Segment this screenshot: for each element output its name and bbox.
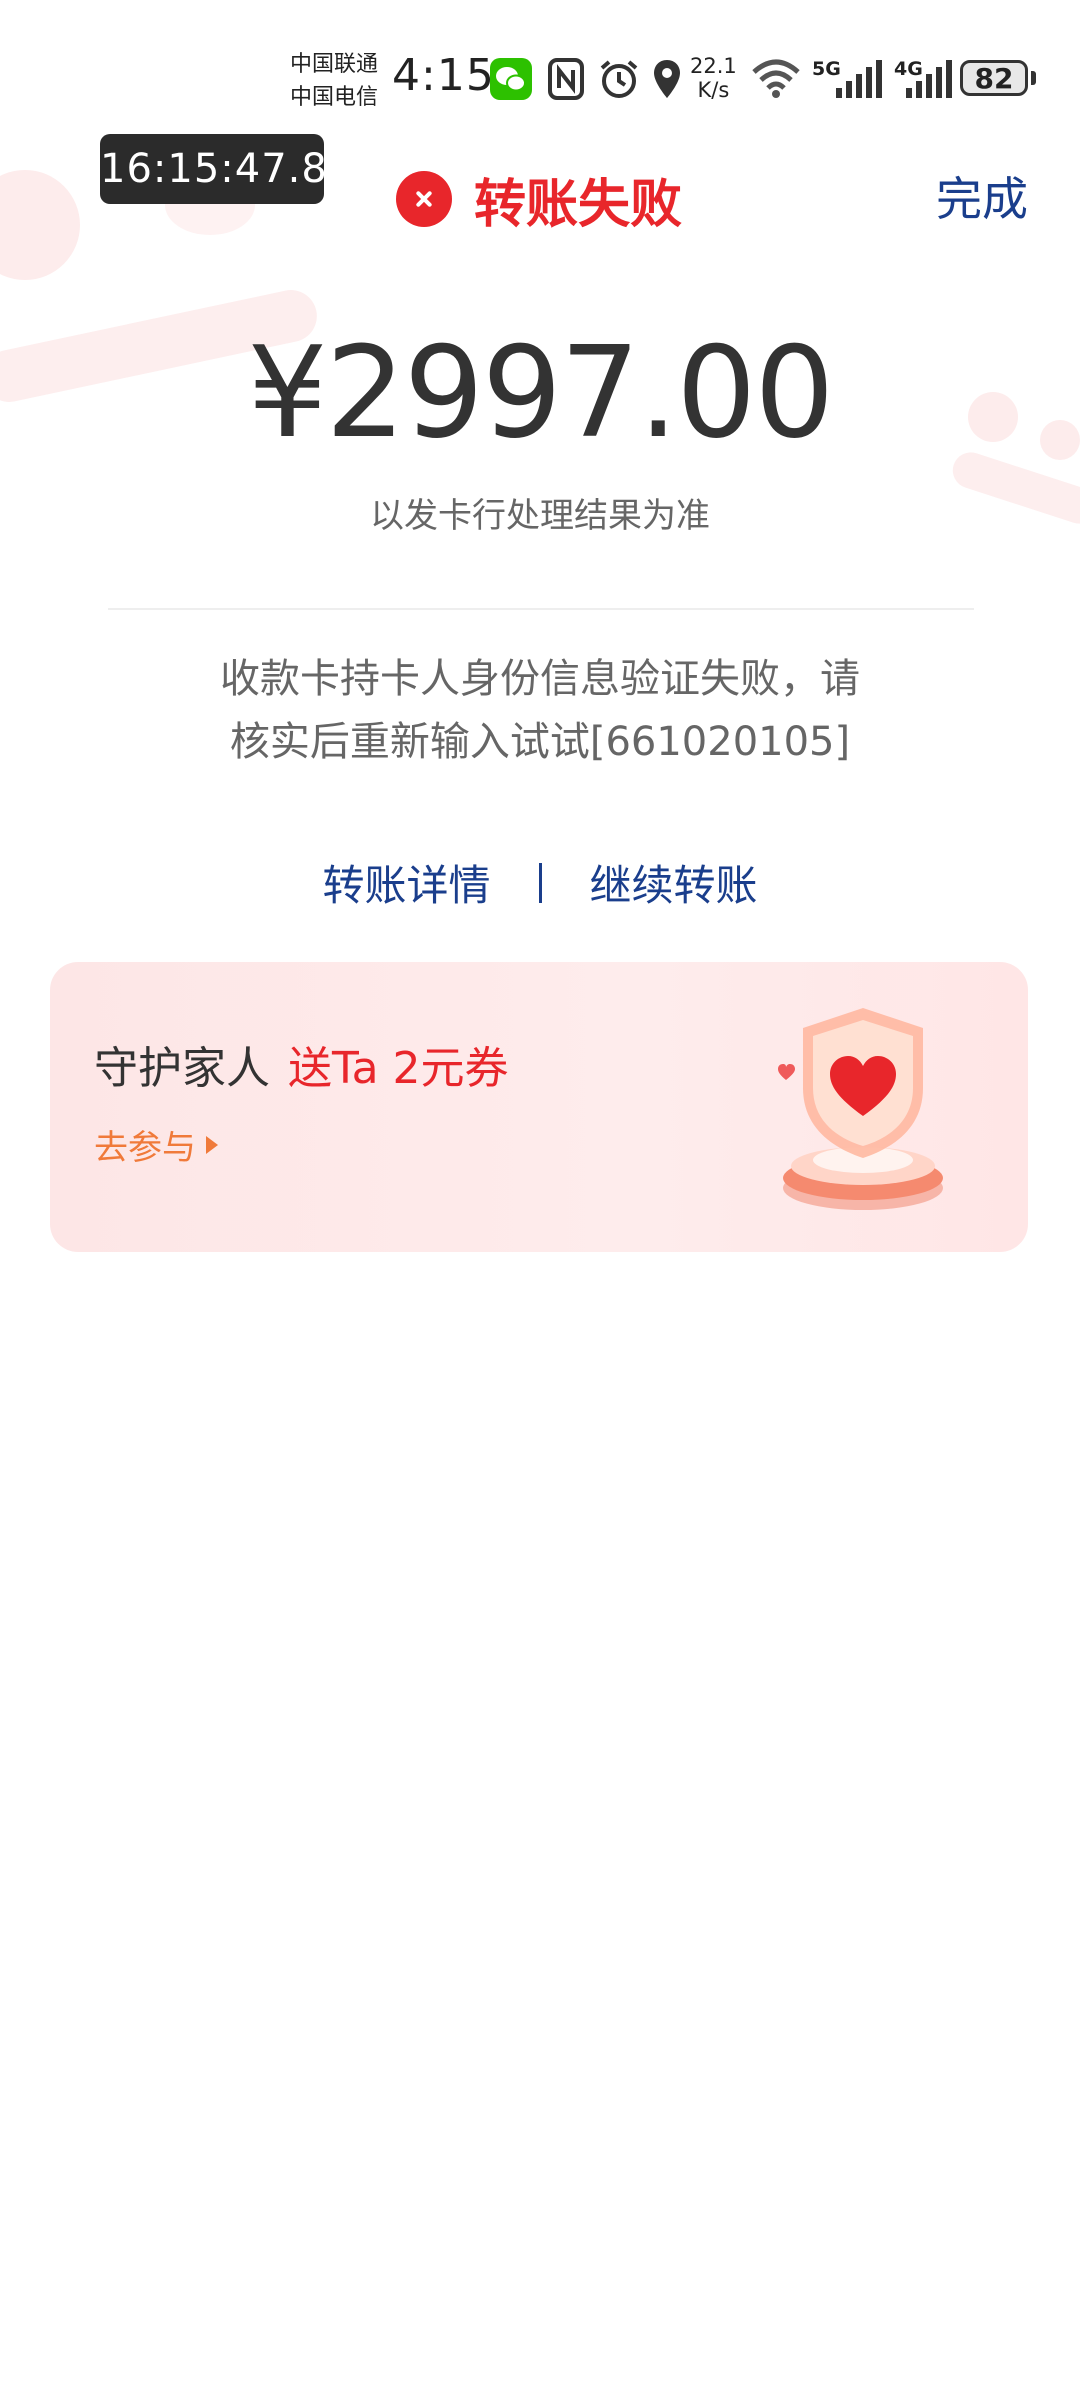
amount-note: 以发卡行处理结果为准 (370, 496, 710, 536)
carrier-1: 中国联通 (290, 52, 379, 77)
close-circle-icon (396, 171, 452, 227)
network-speed: 22.1 K/s (690, 54, 737, 102)
divider (108, 608, 974, 610)
carrier-2: 中国电信 (290, 85, 379, 110)
transfer-amount: ¥2997.00 (247, 319, 834, 466)
signal-icon (836, 60, 882, 98)
battery-cap (1031, 71, 1036, 85)
signal-icon (906, 60, 952, 98)
network-speed-value: 22.1 (690, 54, 737, 78)
status-title: 转账失败 (474, 174, 683, 235)
status-bar: 中国联通 中国电信 4:15 22.1 K/s 5G 4G 82 (0, 0, 1080, 150)
alarm-icon (600, 60, 638, 98)
error-message-line: 收款卡持卡人身份信息验证失败，请 (220, 656, 860, 702)
promo-highlight: 送Ta 2元券 (288, 1043, 509, 1094)
battery-icon: 82 (960, 60, 1028, 96)
wechat-icon (490, 58, 532, 100)
wifi-icon (752, 59, 800, 98)
carrier-info: 中国联通 中国电信 (290, 48, 378, 114)
promo-action-button[interactable]: 去参与 (94, 1120, 218, 1169)
action-links: 转账详情 继续转账 (0, 852, 1080, 913)
nfc-icon (548, 58, 584, 100)
promo-title: 守护家人 送Ta 2元券 (94, 1032, 509, 1096)
bg-decoration (0, 170, 80, 280)
error-message: 收款卡持卡人身份信息验证失败，请 核实后重新输入试试[661020105] (180, 648, 900, 774)
promo-title-text: 守护家人 (94, 1043, 270, 1094)
transfer-details-link[interactable]: 转账详情 (322, 852, 490, 913)
error-message-line: 核实后重新输入试试[661020105] (229, 719, 851, 765)
link-separator (538, 862, 542, 903)
done-button[interactable]: 完成 (936, 168, 1028, 230)
status-time: 4:15 (392, 50, 495, 101)
location-icon (654, 60, 680, 98)
continue-transfer-link[interactable]: 继续转账 (590, 852, 758, 913)
timer-badge: 16:15:47.8 (100, 134, 327, 204)
network-speed-unit: K/s (697, 78, 730, 102)
triangle-right-icon (206, 1135, 218, 1154)
promo-action-label: 去参与 (94, 1128, 196, 1168)
page-title: 转账失败 (396, 168, 682, 235)
promo-banner[interactable]: 守护家人 送Ta 2元券 去参与 (50, 962, 1028, 1252)
battery-level: 82 (974, 62, 1014, 95)
shield-heart-icon (778, 1008, 943, 1210)
